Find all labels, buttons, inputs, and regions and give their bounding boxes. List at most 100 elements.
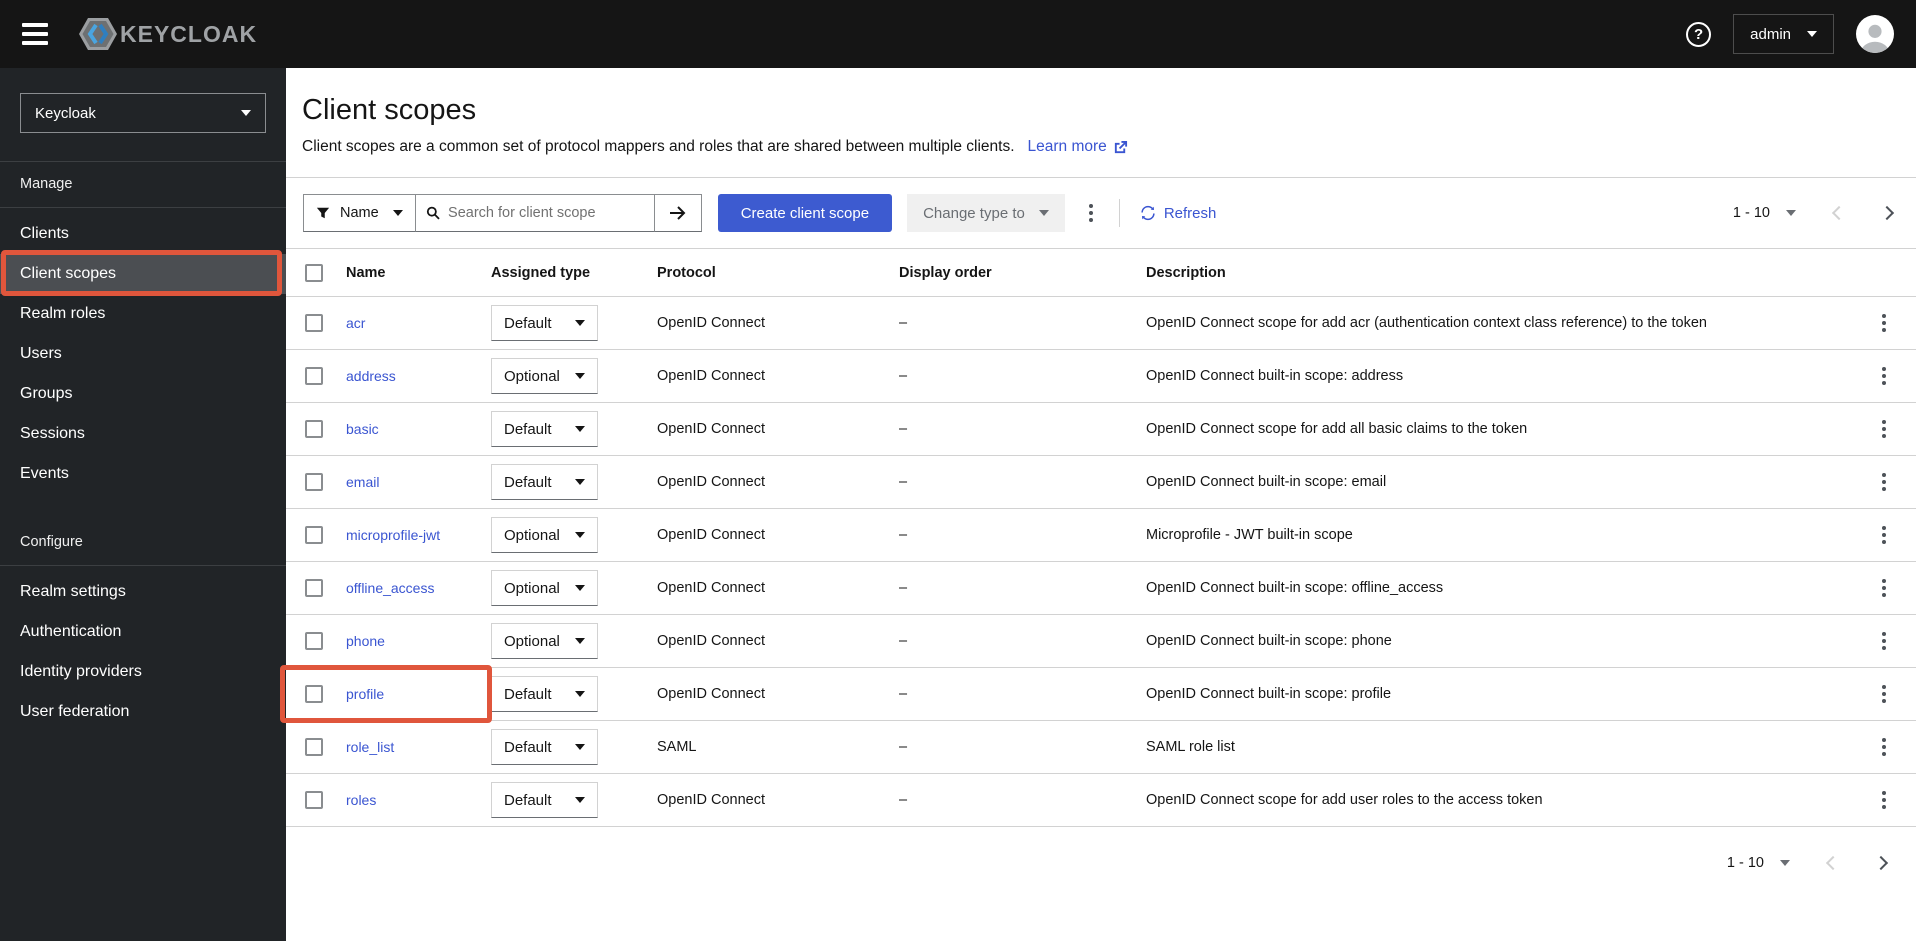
row-kebab-menu[interactable]: [1876, 785, 1892, 815]
row-checkbox[interactable]: [305, 791, 323, 809]
search-submit-button[interactable]: [654, 194, 702, 232]
description-cell: OpenID Connect built-in scope: offline_a…: [1146, 580, 1444, 596]
row-checkbox[interactable]: [305, 314, 323, 332]
next-page-icon[interactable]: [1873, 855, 1889, 871]
assigned-type-dropdown[interactable]: Optional: [491, 517, 598, 553]
sidebar-item-realm-settings[interactable]: Realm settings: [0, 572, 286, 612]
display-order-cell: –: [899, 686, 908, 702]
display-order-cell: –: [899, 474, 908, 490]
sidebar-item-realm-roles[interactable]: Realm roles: [0, 294, 286, 334]
row-checkbox[interactable]: [305, 632, 323, 650]
table-row: email Default OpenID Connect – OpenID Co…: [286, 456, 1916, 509]
sidebar-item-client-scopes[interactable]: Client scopes: [0, 254, 286, 294]
scope-name-link[interactable]: basic: [346, 421, 379, 437]
assigned-type-value: Optional: [504, 579, 560, 597]
row-checkbox[interactable]: [305, 473, 323, 491]
table-header-row: Name Assigned type Protocol Display orde…: [286, 249, 1916, 297]
pagination-range-dropdown[interactable]: 1 - 10: [1733, 205, 1796, 221]
display-order-cell: –: [899, 792, 908, 808]
realm-selector[interactable]: Keycloak: [20, 93, 266, 133]
scope-name-link[interactable]: address: [346, 368, 396, 384]
chevron-down-icon: [575, 585, 585, 591]
scope-name-link[interactable]: offline_access: [346, 580, 434, 596]
filter-type-dropdown[interactable]: Name: [303, 194, 416, 232]
assigned-type-dropdown[interactable]: Optional: [491, 358, 598, 394]
scope-name-link[interactable]: role_list: [346, 739, 394, 755]
change-type-dropdown[interactable]: Change type to: [907, 194, 1065, 232]
display-order-cell: –: [899, 368, 908, 384]
row-kebab-menu[interactable]: [1876, 308, 1892, 338]
display-order-cell: –: [899, 633, 908, 649]
create-client-scope-button[interactable]: Create client scope: [717, 194, 893, 232]
sidebar-item-clients[interactable]: Clients: [0, 214, 286, 254]
row-kebab-menu[interactable]: [1876, 361, 1892, 391]
sidebar-item-sessions[interactable]: Sessions: [0, 414, 286, 454]
assigned-type-dropdown[interactable]: Default: [491, 305, 598, 341]
scope-name-link[interactable]: phone: [346, 633, 385, 649]
column-header-protocol: Protocol: [657, 264, 716, 281]
protocol-cell: OpenID Connect: [657, 580, 766, 596]
help-icon[interactable]: ?: [1686, 21, 1712, 47]
sidebar-item-events[interactable]: Events: [0, 454, 286, 494]
protocol-cell: OpenID Connect: [657, 421, 766, 437]
bottom-pagination: 1 - 10: [1727, 855, 1889, 871]
assigned-type-dropdown[interactable]: Default: [491, 676, 598, 712]
scope-name-link[interactable]: roles: [346, 792, 376, 808]
toolbar-kebab-menu[interactable]: [1083, 198, 1099, 228]
row-kebab-menu[interactable]: [1876, 414, 1892, 444]
row-checkbox[interactable]: [305, 685, 323, 703]
protocol-cell: OpenID Connect: [657, 686, 766, 702]
sidebar-item-groups[interactable]: Groups: [0, 374, 286, 414]
column-header-description: Description: [1146, 264, 1226, 281]
select-all-checkbox[interactable]: [305, 263, 323, 282]
row-kebab-menu[interactable]: [1876, 626, 1892, 656]
assigned-type-dropdown[interactable]: Default: [491, 729, 598, 765]
row-kebab-menu[interactable]: [1876, 573, 1892, 603]
assigned-type-dropdown[interactable]: Default: [491, 411, 598, 447]
chevron-down-icon: [1807, 31, 1817, 37]
hamburger-menu-icon[interactable]: [22, 23, 48, 45]
page-header: Client scopes Client scopes are a common…: [286, 68, 1916, 178]
scope-name-link[interactable]: profile: [346, 686, 384, 702]
next-page-icon[interactable]: [1879, 205, 1895, 221]
pagination-range-dropdown[interactable]: 1 - 10: [1727, 855, 1790, 871]
table-row: phone Optional OpenID Connect – OpenID C…: [286, 615, 1916, 668]
row-kebab-menu[interactable]: [1876, 467, 1892, 497]
scope-name-link[interactable]: acr: [346, 315, 365, 331]
avatar[interactable]: [1856, 15, 1894, 53]
refresh-button[interactable]: Refresh: [1140, 205, 1216, 222]
sidebar-item-users[interactable]: Users: [0, 334, 286, 374]
table-row: acr Default OpenID Connect – OpenID Conn…: [286, 297, 1916, 350]
assigned-type-dropdown[interactable]: Optional: [491, 623, 598, 659]
row-checkbox[interactable]: [305, 367, 323, 385]
assigned-type-dropdown[interactable]: Default: [491, 464, 598, 500]
search-input[interactable]: [448, 205, 644, 221]
table-row: role_list Default SAML – SAML role list: [286, 721, 1916, 774]
keycloak-logo: KEYCLOAK: [78, 16, 257, 52]
row-kebab-menu[interactable]: [1876, 732, 1892, 762]
row-kebab-menu[interactable]: [1876, 520, 1892, 550]
sidebar-item-authentication[interactable]: Authentication: [0, 612, 286, 652]
sidebar-item-user-federation[interactable]: User federation: [0, 692, 286, 732]
row-checkbox[interactable]: [305, 420, 323, 438]
row-kebab-menu[interactable]: [1876, 679, 1892, 709]
previous-page-icon[interactable]: [1825, 855, 1841, 871]
assigned-type-dropdown[interactable]: Default: [491, 782, 598, 818]
table-row: profile Default OpenID Connect – OpenID …: [286, 668, 1916, 721]
sidebar-item-identity-providers[interactable]: Identity providers: [0, 652, 286, 692]
nav-section-manage: Manage Clients Client scopes Realm roles Us…: [0, 162, 286, 494]
assigned-type-dropdown[interactable]: Optional: [491, 570, 598, 606]
scope-name-link[interactable]: microprofile-jwt: [346, 527, 440, 543]
protocol-cell: SAML: [657, 739, 697, 755]
row-checkbox[interactable]: [305, 526, 323, 544]
top-pagination: 1 - 10: [1733, 205, 1895, 221]
previous-page-icon[interactable]: [1831, 205, 1847, 221]
row-checkbox[interactable]: [305, 738, 323, 756]
row-checkbox[interactable]: [305, 579, 323, 597]
table-row: microprofile-jwt Optional OpenID Connect…: [286, 509, 1916, 562]
learn-more-link[interactable]: Learn more: [1028, 138, 1128, 156]
toolbar: Name Create client scope Change type to …: [286, 178, 1916, 249]
user-menu-dropdown[interactable]: admin: [1733, 14, 1834, 54]
assigned-type-value: Default: [504, 420, 552, 438]
scope-name-link[interactable]: email: [346, 474, 379, 490]
